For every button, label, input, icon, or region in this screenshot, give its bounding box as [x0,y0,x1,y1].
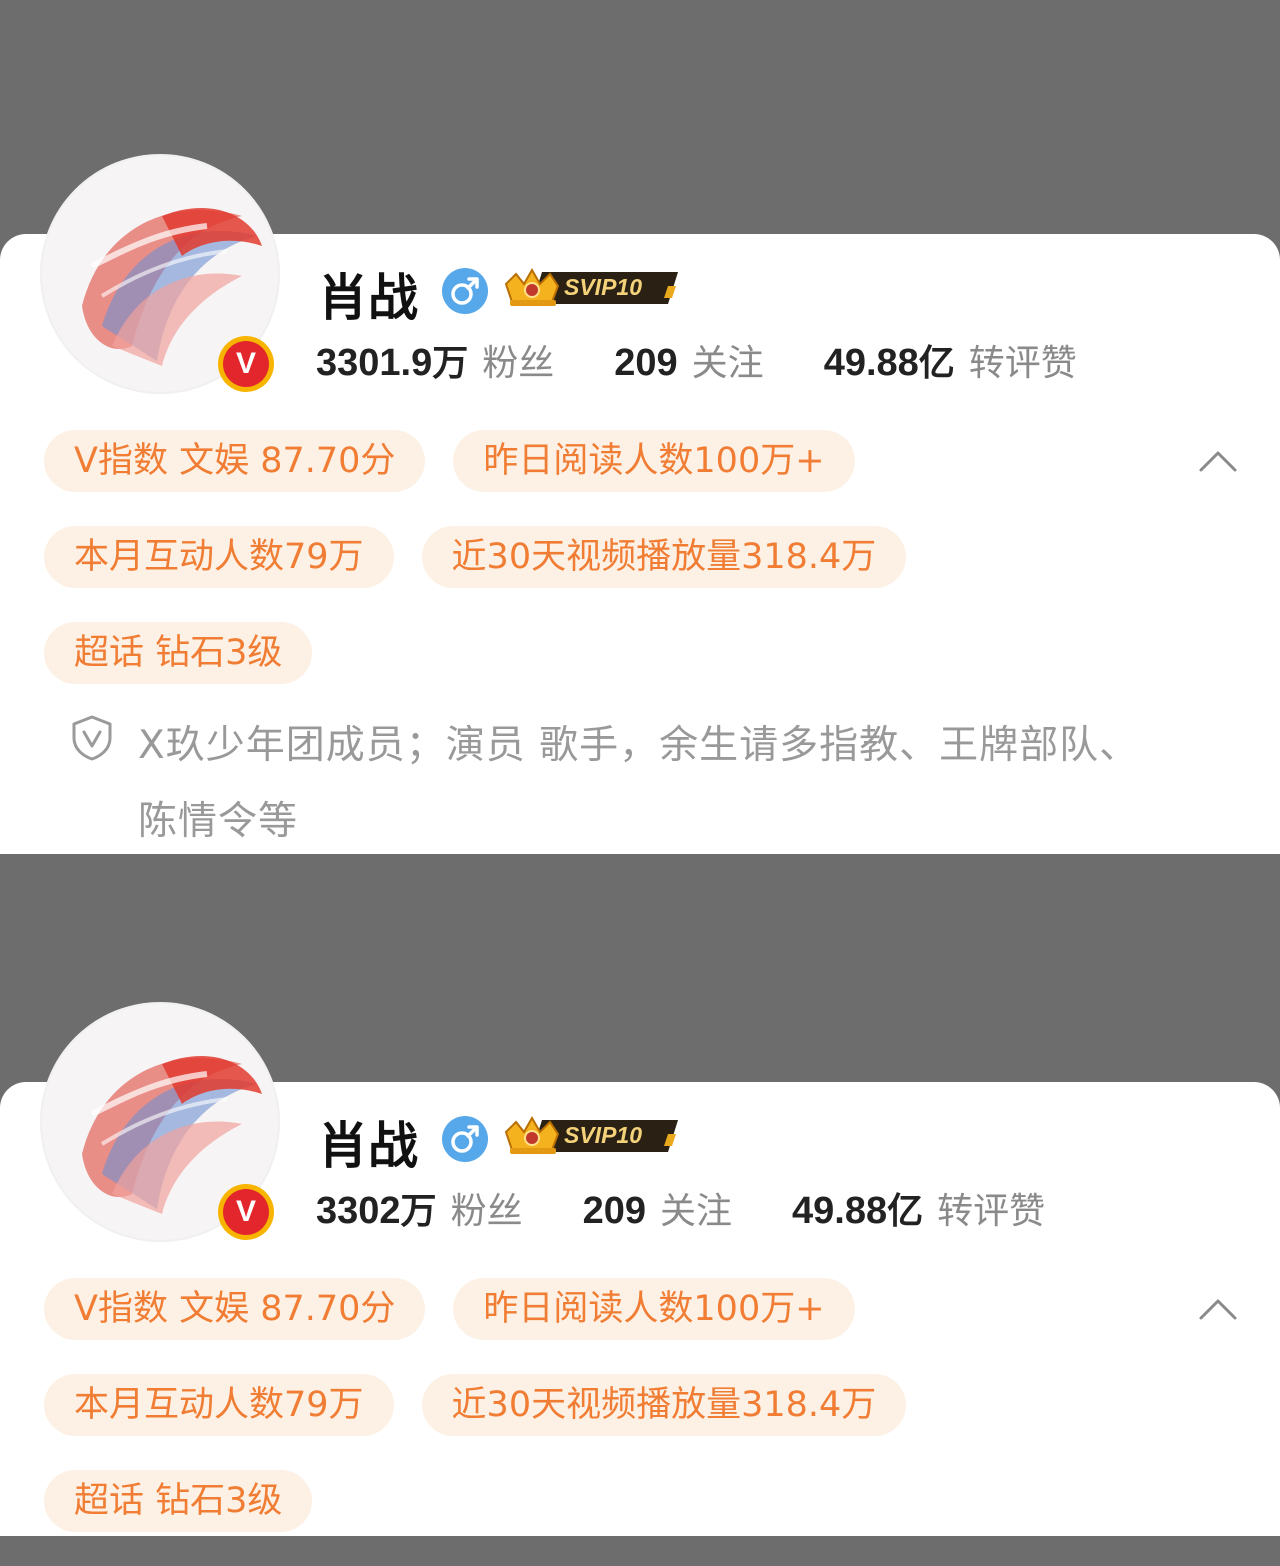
profile-name: 肖战 [318,269,418,327]
svip-badge[interactable]: SVIP10 [502,1112,678,1160]
tag-row: V指数 文娱 87.70分 昨日阅读人数100万+ [44,430,1184,492]
interactions-count: 49.88亿 [823,342,955,384]
tag-row: V指数 文娱 87.70分 昨日阅读人数100万+ [44,1278,1184,1340]
fans-label: 粉丝 [482,343,555,384]
tag-row: 本月互动人数79万 近30天视频播放量318.4万 [44,526,1184,588]
tag-v-index[interactable]: V指数 文娱 87.70分 [44,430,426,492]
svip-label: SVIP10 [564,274,642,300]
male-gender-icon [442,268,488,314]
tag-row: 超话 钻石3级 [44,1470,1184,1532]
tag-row: 超话 钻石3级 [44,622,1184,684]
profile-name: 肖战 [318,1117,418,1175]
profile-panel-1: V 肖战 SVIP10 3301.9万 粉丝 209 关注 49.88亿 转评赞… [0,150,1280,854]
profile-tags: V指数 文娱 87.70分 昨日阅读人数100万+ 本月互动人数79万 近30天… [44,430,1184,718]
tag-yesterday-readers[interactable]: 昨日阅读人数100万+ [453,1278,855,1340]
tag-super-topic[interactable]: 超话 钻石3级 [44,622,313,684]
verified-v-icon: V [218,336,274,392]
tag-super-topic[interactable]: 超话 钻石3级 [44,1470,313,1532]
tag-video-plays[interactable]: 近30天视频播放量318.4万 [421,526,907,588]
following-label: 关注 [659,1191,732,1232]
verified-v-icon: V [218,1184,274,1240]
shield-v-icon [70,714,114,762]
tag-yesterday-readers[interactable]: 昨日阅读人数100万+ [453,430,855,492]
tag-row: 本月互动人数79万 近30天视频播放量318.4万 [44,1374,1184,1436]
profile-tags: V指数 文娱 87.70分 昨日阅读人数100万+ 本月互动人数79万 近30天… [44,1278,1184,1566]
profile-stats: 3302万 粉丝 209 关注 49.88亿 转评赞 [316,1182,1105,1238]
svip-badge[interactable]: SVIP10 [502,264,678,312]
profile-stats: 3301.9万 粉丝 209 关注 49.88亿 转评赞 [316,334,1137,390]
chevron-up-icon[interactable] [1198,448,1238,474]
fans-count: 3302万 [316,1190,437,1232]
fans-stat[interactable]: 3302万 粉丝 [316,1182,523,1234]
tag-monthly-interactions[interactable]: 本月互动人数79万 [44,1374,394,1436]
interactions-count: 49.88亿 [792,1190,924,1232]
fans-stat[interactable]: 3301.9万 粉丝 [316,334,554,386]
following-count: 209 [614,342,678,384]
fans-label: 粉丝 [450,1191,523,1232]
tag-monthly-interactions[interactable]: 本月互动人数79万 [44,526,394,588]
following-stat[interactable]: 209 关注 [614,334,763,386]
chevron-up-icon[interactable] [1198,1296,1238,1322]
following-label: 关注 [691,343,764,384]
interactions-stat[interactable]: 49.88亿 转评赞 [792,1182,1045,1234]
interactions-stat[interactable]: 49.88亿 转评赞 [824,334,1077,386]
svip-label: SVIP10 [564,1122,642,1148]
interactions-label: 转评赞 [968,343,1077,384]
bio-text: X玖少年团成员；演员 歌手，余生请多指教、王牌部队、陈情令等 [138,723,1140,844]
following-stat[interactable]: 209 关注 [583,1182,732,1234]
tag-v-index[interactable]: V指数 文娱 87.70分 [44,1278,426,1340]
following-count: 209 [582,1190,646,1232]
fans-count: 3301.9万 [316,342,469,384]
profile-panel-2: V 肖战 SVIP10 3302万 粉丝 209 关注 49.88亿 转评赞 V… [0,998,1280,1536]
interactions-label: 转评赞 [937,1191,1046,1232]
tag-video-plays[interactable]: 近30天视频播放量318.4万 [421,1374,907,1436]
male-gender-icon [442,1116,488,1162]
